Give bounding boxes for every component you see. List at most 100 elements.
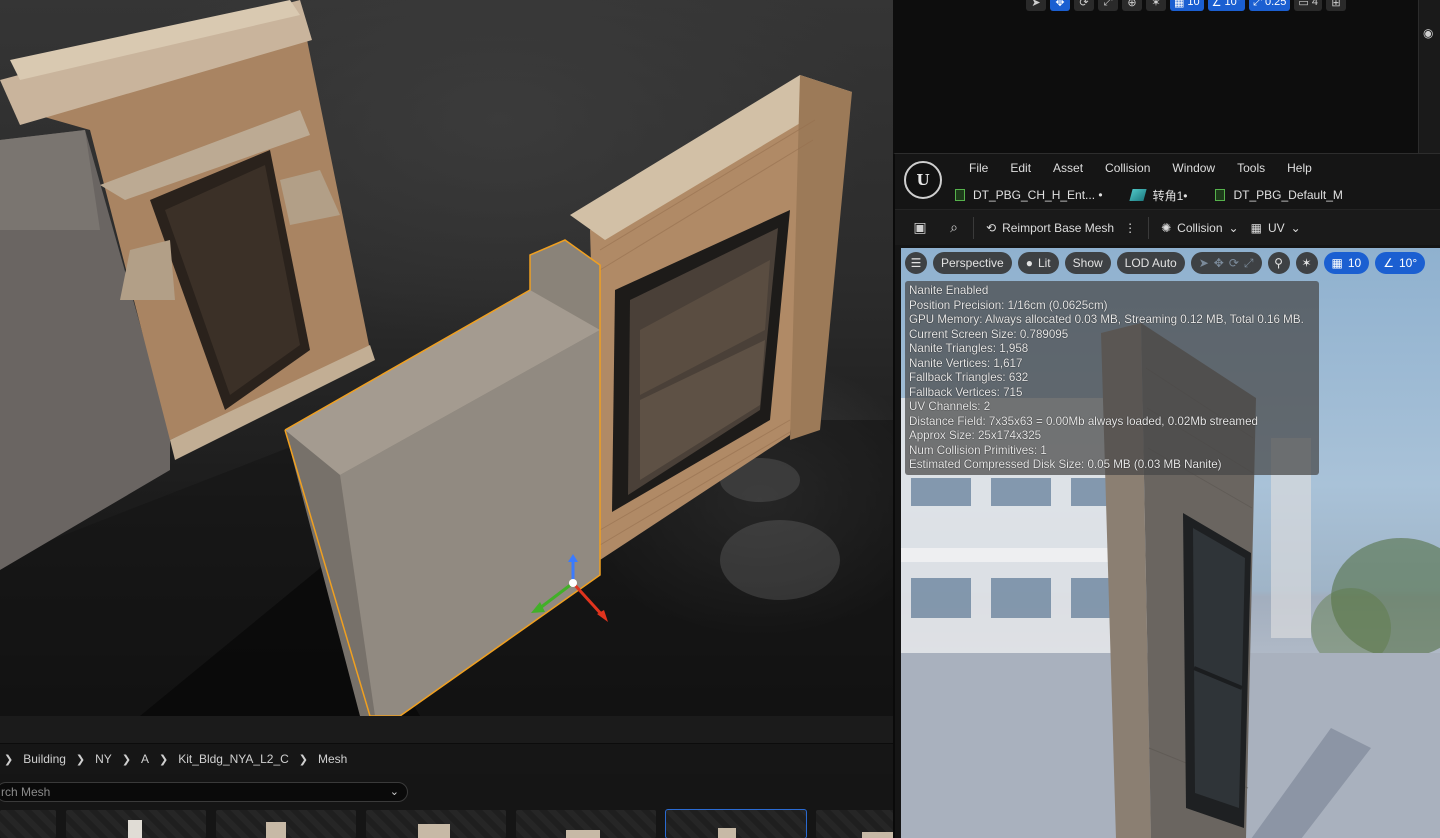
- pivot-icon[interactable]: ⚲: [1267, 252, 1290, 274]
- stat-line: Nanite Enabled: [909, 284, 989, 297]
- chevron-down-icon: ⌄: [1228, 220, 1239, 235]
- content-browser-toolbar: [0, 716, 893, 744]
- menu-collision[interactable]: Collision: [1094, 159, 1161, 177]
- chevron-down-icon[interactable]: ⌄: [390, 785, 399, 798]
- menu-tools[interactable]: Tools: [1226, 159, 1276, 177]
- blueprint-icon: [955, 189, 965, 201]
- perspective-button[interactable]: Perspective: [933, 252, 1012, 274]
- stat-line: Current Screen Size: 0.789095: [909, 327, 1069, 341]
- tab-corner-mesh[interactable]: 转角1•: [1128, 187, 1188, 204]
- search-placeholder: rch Mesh: [1, 785, 51, 799]
- stat-line: Num Collision Primitives: 1: [909, 443, 1047, 457]
- uv-dropdown[interactable]: ▦ UV ⌄: [1245, 215, 1307, 241]
- eye-icon[interactable]: ◉: [1423, 26, 1437, 40]
- scale-mode-icon[interactable]: ⤢: [1244, 256, 1254, 271]
- surface-snap-icon[interactable]: ✶: [1146, 0, 1166, 11]
- reimport-icon: ⟲: [986, 220, 997, 235]
- stat-line: UV Channels: 2: [909, 400, 991, 413]
- breadcrumb: ❯ Building ❯ NY ❯ A ❯ Kit_Bldg_NYA_L2_C …: [0, 744, 893, 774]
- breadcrumb-item[interactable]: Kit_Bldg_NYA_L2_C: [178, 752, 289, 766]
- grid-snap-value: 10: [1187, 0, 1200, 8]
- mesh-stats-overlay: Nanite Enabled Position Precision: 1/16c…: [905, 281, 1319, 475]
- grid-snap-button[interactable]: ▦ 10: [1323, 252, 1370, 274]
- angle-icon: ∠: [1211, 0, 1222, 9]
- asset-thumbnail[interactable]: [366, 810, 506, 838]
- menu-asset[interactable]: Asset: [1042, 159, 1094, 177]
- lit-sphere-icon: ●: [1025, 256, 1033, 270]
- asset-thumbnail[interactable]: [816, 810, 900, 838]
- asset-thumbnail-selected[interactable]: [665, 809, 807, 838]
- camera-icon: ▭: [1298, 0, 1309, 9]
- asset-thumbnail[interactable]: [216, 810, 356, 838]
- save-icon[interactable]: ▣: [907, 215, 933, 241]
- translate-mode-icon[interactable]: ✥: [1214, 256, 1224, 270]
- level-viewport[interactable]: [0, 0, 893, 716]
- rotation-snap-button[interactable]: ∠ 10°: [1207, 0, 1246, 11]
- mesh-editor-toolbar: ▣ ⌕ ⟲ Reimport Base Mesh ⋮ ✺ Collision ⌄…: [895, 209, 1440, 245]
- mesh-preview-viewport[interactable]: ☰ Perspective ● Lit Show LOD Auto ➤ ✥ ⟳ …: [901, 248, 1440, 838]
- select-mode-icon[interactable]: ➤: [1199, 256, 1209, 270]
- show-button[interactable]: Show: [1064, 252, 1111, 274]
- breadcrumb-item[interactable]: NY: [95, 752, 112, 766]
- asset-tab-bar: DT_PBG_CH_H_Ent... • 转角1• DT_PBG_Default…: [955, 184, 1371, 206]
- breadcrumb-item[interactable]: Mesh: [318, 752, 347, 766]
- more-options-icon[interactable]: ⋮: [1124, 221, 1136, 235]
- rotation-snap-button[interactable]: ∠ 10°: [1375, 252, 1426, 274]
- asset-thumbnail[interactable]: [66, 810, 206, 838]
- stat-line: Nanite Vertices: 1,617: [909, 356, 1023, 370]
- menu-help[interactable]: Help: [1276, 159, 1323, 177]
- world-space-icon[interactable]: ⊕: [1122, 0, 1142, 11]
- reimport-label: Reimport Base Mesh: [1002, 220, 1115, 235]
- tab-dt-pbg-ch[interactable]: DT_PBG_CH_H_Ent... •: [955, 188, 1103, 202]
- menu-window[interactable]: Window: [1161, 159, 1226, 177]
- details-strip: ◉: [1418, 0, 1440, 155]
- browse-asset-icon[interactable]: ⌕: [941, 215, 967, 241]
- rotate-mode-icon[interactable]: ⟳: [1074, 0, 1094, 11]
- asset-thumbnail[interactable]: [0, 810, 56, 838]
- breadcrumb-item[interactable]: Building: [23, 752, 66, 766]
- scale-mode-icon[interactable]: ⤢: [1098, 0, 1118, 11]
- asset-search-input[interactable]: rch Mesh ⌄: [0, 782, 408, 802]
- lod-button[interactable]: LOD Auto: [1116, 252, 1185, 274]
- scale-snap-button[interactable]: ⤢ 0.25: [1249, 0, 1291, 11]
- blueprint-icon: [1215, 189, 1226, 201]
- content-browser: ❯ Building ❯ NY ❯ A ❯ Kit_Bldg_NYA_L2_C …: [0, 716, 900, 838]
- collision-label: Collision: [1177, 220, 1223, 235]
- surface-snap-icon[interactable]: ✶: [1295, 252, 1318, 274]
- translate-mode-icon[interactable]: ✥: [1050, 0, 1070, 11]
- rotate-mode-icon[interactable]: ⟳: [1229, 256, 1239, 270]
- level-scene: [0, 0, 893, 716]
- scale-icon: ⤢: [1253, 0, 1262, 8]
- rotation-snap-value: 10°: [1224, 0, 1242, 8]
- menu-edit[interactable]: Edit: [999, 159, 1042, 177]
- chevron-right-icon: ❯: [4, 753, 14, 766]
- stat-line: GPU Memory: Always allocated 0.03 MB, St…: [909, 313, 1304, 326]
- chevron-right-icon: ❯: [75, 753, 86, 766]
- hamburger-menu-icon[interactable]: ☰: [905, 252, 927, 274]
- chevron-right-icon: ❯: [298, 753, 308, 766]
- unreal-logo-icon[interactable]: U: [904, 161, 942, 199]
- layout-icon[interactable]: ⊞: [1325, 0, 1346, 11]
- stat-line: Fallback Vertices: 715: [909, 385, 1023, 399]
- grid-icon: ▦: [1174, 0, 1185, 9]
- tab-dt-pbg-default[interactable]: DT_PBG_Default_M: [1215, 188, 1343, 202]
- stat-line: Position Precision: 1/16cm (0.0625cm): [909, 298, 1108, 312]
- asset-thumbnail-row: [0, 809, 900, 838]
- grid-snap-button[interactable]: ▦ 10: [1170, 0, 1204, 11]
- stat-line: Distance Field: 7x35x63 = 0.00Mb always …: [909, 414, 1258, 428]
- camera-speed-value: 4: [1311, 0, 1318, 8]
- lit-label: Lit: [1037, 256, 1051, 270]
- camera-speed-button[interactable]: ▭ 4: [1294, 0, 1322, 11]
- asset-thumbnail[interactable]: [516, 810, 656, 838]
- toolbar-separator: [973, 216, 974, 239]
- lit-button[interactable]: ● Lit: [1017, 252, 1059, 274]
- collision-dropdown[interactable]: ✺ Collision ⌄: [1155, 215, 1244, 241]
- menu-file[interactable]: File: [958, 159, 999, 177]
- collision-icon: ✺: [1161, 220, 1172, 235]
- reimport-base-mesh-button[interactable]: ⟲ Reimport Base Mesh ⋮: [980, 215, 1142, 241]
- tab-label: 转角1•: [1152, 188, 1188, 203]
- viewport-snap-toolbar: ➤ ✥ ⟳ ⤢ ⊕ ✶ ▦ 10 ∠ 10° ⤢ 0.25 ▭ 4 ⊞: [1026, 0, 1346, 12]
- preview-viewport-toolbar: ☰ Perspective ● Lit Show LOD Auto ➤ ✥ ⟳ …: [905, 252, 1426, 274]
- breadcrumb-item[interactable]: A: [141, 752, 149, 766]
- select-mode-icon[interactable]: ➤: [1026, 0, 1046, 11]
